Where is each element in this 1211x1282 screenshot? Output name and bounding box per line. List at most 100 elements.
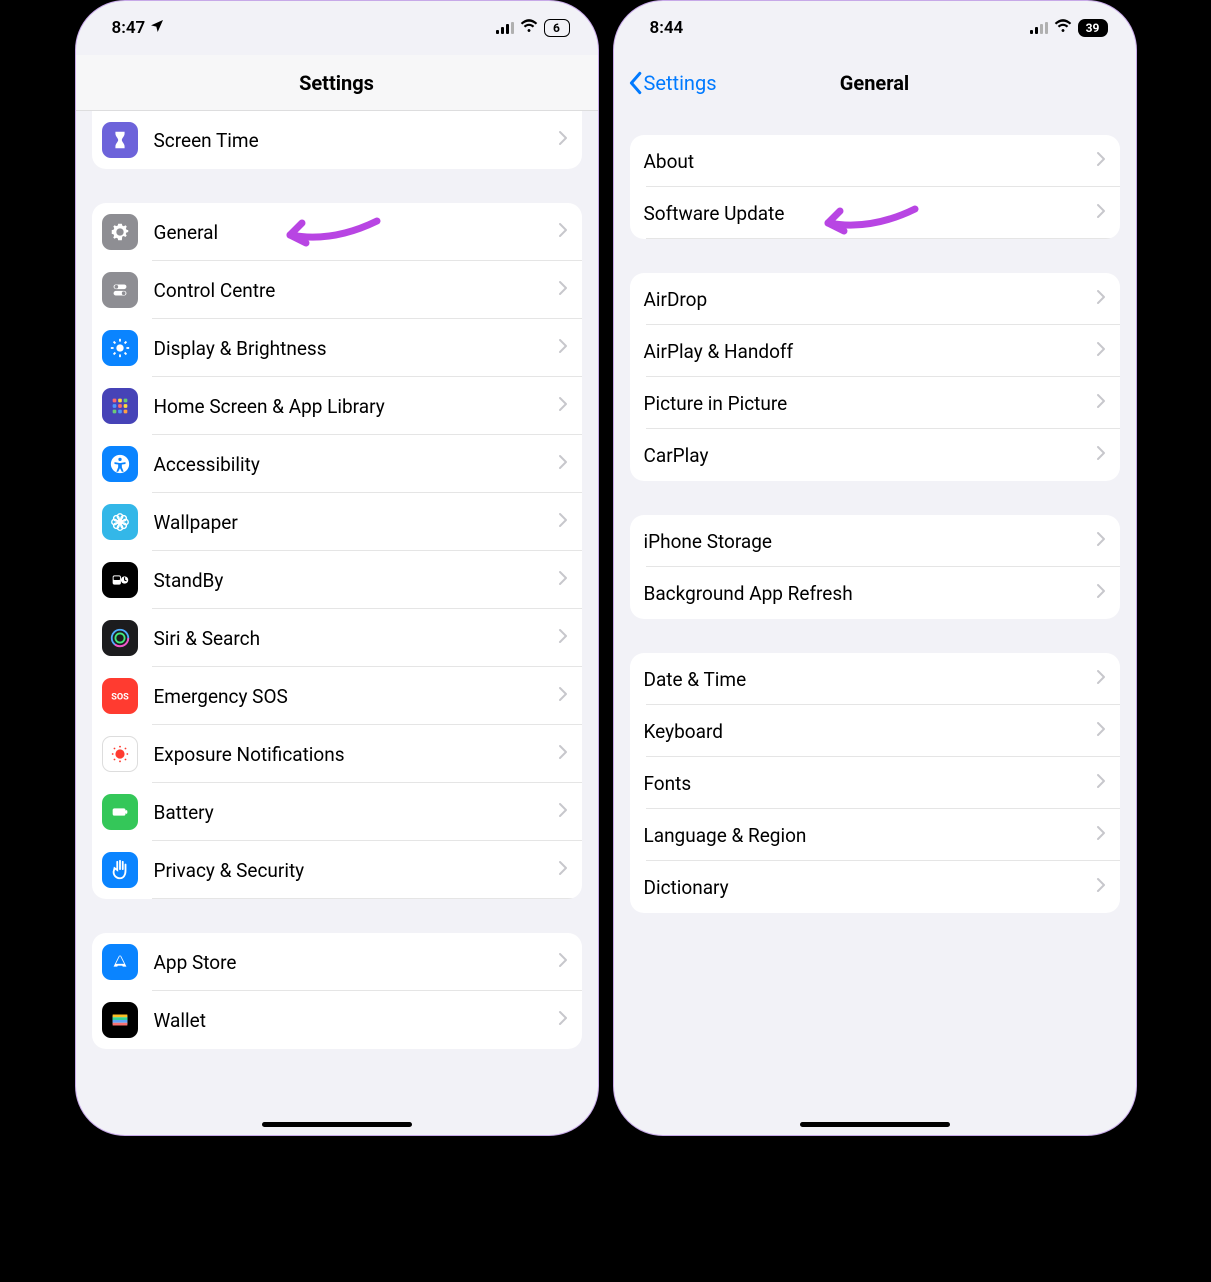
- settings-group: App Store Wallet: [92, 933, 582, 1049]
- page-title: Settings: [299, 71, 374, 95]
- row-battery[interactable]: Battery: [92, 783, 582, 841]
- general-group: Date & Time Keyboard Fonts Language & Re…: [630, 653, 1120, 913]
- status-time: 8:47: [112, 18, 146, 38]
- battery-icon: [102, 794, 138, 830]
- chevron-right-icon: [558, 396, 568, 416]
- row-accessibility[interactable]: Accessibility: [92, 435, 582, 493]
- chevron-right-icon: [558, 570, 568, 590]
- wallet-icon: [102, 1002, 138, 1038]
- accessibility-icon: [102, 446, 138, 482]
- row-label: Display & Brightness: [154, 337, 558, 360]
- flower-icon: [102, 504, 138, 540]
- row-dictionary[interactable]: Dictionary: [630, 861, 1120, 913]
- chevron-right-icon: [1096, 203, 1106, 223]
- row-wallpaper[interactable]: Wallpaper: [92, 493, 582, 551]
- row-label: Wallet: [154, 1009, 558, 1032]
- row-label: Siri & Search: [154, 627, 558, 650]
- chevron-right-icon: [1096, 445, 1106, 465]
- row-label: Dictionary: [644, 876, 1096, 899]
- chevron-right-icon: [1096, 151, 1106, 171]
- row-label: iPhone Storage: [644, 530, 1096, 553]
- row-siri-search[interactable]: Siri & Search: [92, 609, 582, 667]
- row-background-app-refresh[interactable]: Background App Refresh: [630, 567, 1120, 619]
- row-airdrop[interactable]: AirDrop: [630, 273, 1120, 325]
- status-time: 8:44: [650, 18, 684, 38]
- chevron-right-icon: [558, 952, 568, 972]
- settings-group: Screen Time: [92, 111, 582, 169]
- hand-icon: [102, 852, 138, 888]
- general-group: AirDrop AirPlay & Handoff Picture in Pic…: [630, 273, 1120, 481]
- wifi-icon: [520, 17, 538, 39]
- siri-icon: [102, 620, 138, 656]
- row-label: Software Update: [644, 202, 1096, 225]
- apps-grid-icon: [102, 388, 138, 424]
- row-picture-in-picture[interactable]: Picture in Picture: [630, 377, 1120, 429]
- appstore-icon: [102, 944, 138, 980]
- row-screen-time[interactable]: Screen Time: [92, 111, 582, 169]
- gear-icon: [102, 214, 138, 250]
- row-label: Battery: [154, 801, 558, 824]
- row-exposure-notifications[interactable]: Exposure Notifications: [92, 725, 582, 783]
- chevron-right-icon: [1096, 825, 1106, 845]
- row-app-store[interactable]: App Store: [92, 933, 582, 991]
- chevron-right-icon: [558, 512, 568, 532]
- back-button[interactable]: Settings: [626, 71, 717, 95]
- phone-general: 8:44 39 Settings General About Software …: [613, 0, 1137, 1136]
- row-label: General: [154, 221, 558, 244]
- status-bar: 8:44 39: [614, 1, 1136, 55]
- row-label: Fonts: [644, 772, 1096, 795]
- row-control-centre[interactable]: Control Centre: [92, 261, 582, 319]
- row-about[interactable]: About: [630, 135, 1120, 187]
- page-title: General: [840, 71, 909, 95]
- row-display-brightness[interactable]: Display & Brightness: [92, 319, 582, 377]
- row-emergency-sos[interactable]: SOS Emergency SOS: [92, 667, 582, 725]
- row-home-screen-app-library[interactable]: Home Screen & App Library: [92, 377, 582, 435]
- chevron-right-icon: [1096, 289, 1106, 309]
- general-scroll[interactable]: About Software Update AirDrop AirPlay & …: [614, 111, 1136, 1135]
- row-label: Language & Region: [644, 824, 1096, 847]
- row-label: Emergency SOS: [154, 685, 558, 708]
- toggles-icon: [102, 272, 138, 308]
- sun-icon: [102, 330, 138, 366]
- row-fonts[interactable]: Fonts: [630, 757, 1120, 809]
- row-iphone-storage[interactable]: iPhone Storage: [630, 515, 1120, 567]
- chevron-right-icon: [558, 744, 568, 764]
- row-label: Exposure Notifications: [154, 743, 558, 766]
- row-privacy-security[interactable]: Privacy & Security: [92, 841, 582, 899]
- row-standby[interactable]: StandBy: [92, 551, 582, 609]
- row-label: Privacy & Security: [154, 859, 558, 882]
- row-language-region[interactable]: Language & Region: [630, 809, 1120, 861]
- settings-scroll[interactable]: Screen Time General Control Centre Displ…: [76, 111, 598, 1135]
- nav-header: Settings: [76, 55, 598, 111]
- row-wallet[interactable]: Wallet: [92, 991, 582, 1049]
- chevron-right-icon: [558, 802, 568, 822]
- chevron-right-icon: [558, 280, 568, 300]
- row-label: Home Screen & App Library: [154, 395, 558, 418]
- row-general[interactable]: General: [92, 203, 582, 261]
- home-indicator[interactable]: [800, 1122, 950, 1127]
- row-label: Background App Refresh: [644, 582, 1096, 605]
- row-label: Picture in Picture: [644, 392, 1096, 415]
- chevron-right-icon: [1096, 773, 1106, 793]
- exposure-icon: [102, 736, 138, 772]
- row-software-update[interactable]: Software Update: [630, 187, 1120, 239]
- chevron-right-icon: [1096, 721, 1106, 741]
- chevron-right-icon: [1096, 669, 1106, 689]
- chevron-right-icon: [1096, 877, 1106, 897]
- cellular-icon: [1030, 22, 1048, 34]
- chevron-right-icon: [1096, 341, 1106, 361]
- chevron-right-icon: [558, 1010, 568, 1030]
- chevron-right-icon: [558, 130, 568, 150]
- cellular-icon: [496, 22, 514, 34]
- status-bar: 8:47 6: [76, 1, 598, 55]
- row-keyboard[interactable]: Keyboard: [630, 705, 1120, 757]
- chevron-right-icon: [558, 222, 568, 242]
- row-carplay[interactable]: CarPlay: [630, 429, 1120, 481]
- row-airplay-handoff[interactable]: AirPlay & Handoff: [630, 325, 1120, 377]
- row-date-time[interactable]: Date & Time: [630, 653, 1120, 705]
- settings-group: General Control Centre Display & Brightn…: [92, 203, 582, 899]
- hourglass-icon: [102, 122, 138, 158]
- nav-header: Settings General: [614, 55, 1136, 111]
- home-indicator[interactable]: [262, 1122, 412, 1127]
- battery-icon: 6: [544, 19, 570, 37]
